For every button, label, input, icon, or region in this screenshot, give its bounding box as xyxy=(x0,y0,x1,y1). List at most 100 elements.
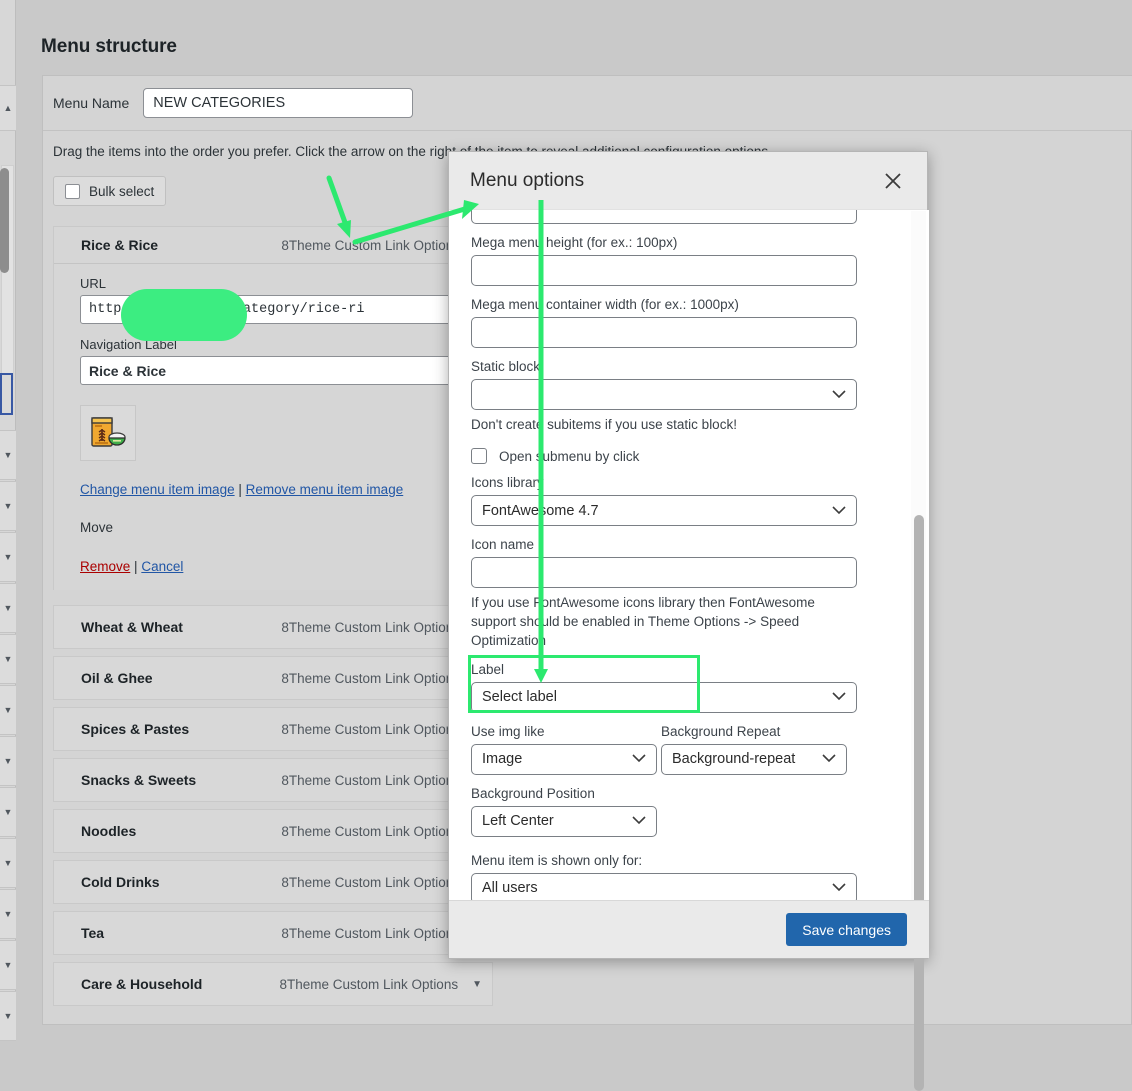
caret-down-icon: ▼ xyxy=(3,500,13,511)
mega-menu-width-label: Mega menu container width (for ex.: 1000… xyxy=(471,297,739,312)
icons-library-select[interactable]: FontAwesome 4.7 xyxy=(471,495,857,527)
mega-menu-width-input[interactable] xyxy=(471,317,857,348)
gutter-caret-cell-9[interactable]: ▼ xyxy=(0,838,16,888)
gutter-caret-cell-11[interactable]: ▼ xyxy=(0,940,16,990)
label-value: Select label xyxy=(482,689,557,706)
url-redaction-blob xyxy=(121,289,247,341)
background-repeat-value: Background-repeat xyxy=(672,751,796,768)
open-submenu-checkbox[interactable] xyxy=(471,448,487,465)
use-img-like-select[interactable]: Image xyxy=(471,743,657,775)
menu-item-expanded: Rice & Rice 8Theme Custom Link Options U… xyxy=(53,226,472,590)
menu-item-header[interactable]: Rice & Rice 8Theme Custom Link Options xyxy=(54,227,470,264)
menu-item-title: Rice & Rice xyxy=(81,237,159,253)
save-changes-button[interactable]: Save changes xyxy=(786,913,907,946)
navigation-label-input[interactable]: Rice & Rice xyxy=(80,356,472,385)
chevron-down-icon xyxy=(832,689,846,705)
menu-item-subtitle: 8Theme Custom Link Options xyxy=(279,976,459,992)
modal-body: Mega menu height (for ex.: 100px) Mega m… xyxy=(449,210,929,902)
modal-scrollbar-thumb[interactable] xyxy=(914,515,924,1091)
gutter-caret-cell-2[interactable]: ▼ xyxy=(0,481,16,531)
menu-options-modal: Menu options Mega menu height (for ex.: … xyxy=(448,151,929,1091)
background-position-select[interactable]: Left Center xyxy=(471,805,657,837)
gutter-caret-cell-7[interactable]: ▼ xyxy=(0,736,16,786)
caret-down-icon: ▼ xyxy=(3,959,13,970)
left-gutter-column: ▲ ▼ ▼ ▼ ▼ ▼ ▼ ▼ ▼ ▼ ▼ ▼ ▼ xyxy=(0,0,16,1041)
menu-item-row[interactable]: Spices & Pastes 8Theme Custom Link Optio… xyxy=(53,707,471,751)
mega-menu-height-input[interactable] xyxy=(471,255,857,286)
menu-item-subtitle: 8Theme Custom Link Options xyxy=(281,823,460,839)
menu-item-row[interactable]: Care & Household 8Theme Custom Link Opti… xyxy=(53,962,493,1006)
gutter-caret-up-cell[interactable]: ▲ xyxy=(0,85,16,131)
link-separator: | xyxy=(238,482,242,497)
modal-footer: Save changes xyxy=(449,900,929,958)
gutter-caret-cell-12[interactable]: ▼ xyxy=(0,991,16,1041)
image-settings-left-col: Use img like Image Background Position L… xyxy=(471,713,661,837)
menu-name-bar: Menu Name xyxy=(43,76,1132,131)
menu-name-input[interactable] xyxy=(143,88,414,118)
close-icon[interactable] xyxy=(880,168,906,194)
open-submenu-row[interactable]: Open submenu by click xyxy=(471,448,911,465)
caret-down-icon: ▼ xyxy=(3,653,13,664)
partially-visible-input[interactable] xyxy=(471,210,857,224)
gutter-caret-cell-1[interactable]: ▼ xyxy=(0,430,16,480)
bulk-select-checkbox[interactable] xyxy=(65,183,80,199)
background-repeat-label: Background Repeat xyxy=(661,723,781,739)
label-select[interactable]: Select label xyxy=(471,681,857,713)
chevron-down-icon xyxy=(822,751,836,767)
open-submenu-label: Open submenu by click xyxy=(499,448,640,464)
menu-item-row[interactable]: Noodles 8Theme Custom Link Options xyxy=(53,809,471,853)
caret-up-icon: ▲ xyxy=(3,102,13,113)
bulk-select-button[interactable]: Bulk select xyxy=(53,176,167,206)
caret-down-icon[interactable]: ▼ xyxy=(472,979,492,990)
gutter-focused-cell[interactable] xyxy=(0,373,13,415)
menu-item-subtitle: 8Theme Custom Link Options xyxy=(281,721,460,737)
gutter-caret-cell-8[interactable]: ▼ xyxy=(0,787,16,837)
chevron-down-icon xyxy=(632,813,646,829)
use-img-like-value: Image xyxy=(482,751,523,768)
gutter-caret-cell-6[interactable]: ▼ xyxy=(0,685,16,735)
image-settings-group: Use img like Image Background Position L… xyxy=(471,713,911,837)
static-block-note: Don't create subitems if you use static … xyxy=(471,417,737,432)
link-separator: | xyxy=(134,559,138,574)
menu-item-row[interactable]: Wheat & Wheat 8Theme Custom Link Options xyxy=(53,605,471,649)
menu-item-row[interactable]: Tea 8Theme Custom Link Options xyxy=(53,911,471,955)
modal-title: Menu options xyxy=(470,169,585,191)
background-position-label: Background Position xyxy=(471,785,595,801)
gutter-caret-cell-3[interactable]: ▼ xyxy=(0,532,16,582)
menu-item-subtitle: 8Theme Custom Link Options xyxy=(281,670,460,686)
gutter-caret-cell-4[interactable]: ▼ xyxy=(0,583,16,633)
caret-down-icon: ▼ xyxy=(3,449,13,460)
menu-item-row[interactable]: Cold Drinks 8Theme Custom Link Options xyxy=(53,860,471,904)
caret-down-icon: ▼ xyxy=(3,806,13,817)
caret-down-icon: ▼ xyxy=(3,857,13,868)
menu-name-label: Menu Name xyxy=(53,95,130,111)
remove-cancel-row: Remove | Cancel xyxy=(80,559,470,574)
remove-menu-item-image-link[interactable]: Remove menu item image xyxy=(246,482,404,497)
menu-item-body: URL https: nl/product-category/rice-ri N… xyxy=(54,264,472,590)
change-menu-item-image-link[interactable]: Change menu item image xyxy=(80,482,235,497)
menu-item-title: Cold Drinks xyxy=(81,874,160,890)
icon-name-input[interactable] xyxy=(471,557,857,589)
shown-only-for-select[interactable]: All users xyxy=(471,872,857,902)
modal-header: Menu options xyxy=(449,152,927,210)
menu-item-subtitle: 8Theme Custom Link Options xyxy=(281,772,460,788)
static-block-select[interactable] xyxy=(471,379,857,410)
menu-item-row[interactable]: Snacks & Sweets 8Theme Custom Link Optio… xyxy=(53,758,471,802)
background-repeat-select[interactable]: Background-repeat xyxy=(661,743,847,775)
menu-item-row[interactable]: Oil & Ghee 8Theme Custom Link Options xyxy=(53,656,471,700)
cancel-link[interactable]: Cancel xyxy=(141,559,183,574)
menu-item-title: Snacks & Sweets xyxy=(81,772,197,788)
mega-menu-height-label: Mega menu height (for ex.: 100px) xyxy=(471,235,678,250)
left-column-divider xyxy=(16,0,42,1037)
gutter-scroll-thumb[interactable] xyxy=(0,168,9,273)
chevron-down-icon xyxy=(832,880,846,896)
remove-link[interactable]: Remove xyxy=(80,559,130,574)
gutter-caret-cell-10[interactable]: ▼ xyxy=(0,889,16,939)
menu-item-title: Tea xyxy=(81,925,105,941)
static-block-label: Static block xyxy=(471,359,541,374)
gutter-caret-cell-5[interactable]: ▼ xyxy=(0,634,16,684)
image-settings-right-col: Background Repeat Background-repeat xyxy=(661,713,857,837)
menu-item-title: Noodles xyxy=(81,823,137,839)
menu-item-title: Wheat & Wheat xyxy=(81,619,183,635)
menu-item-title: Care & Household xyxy=(81,976,203,992)
